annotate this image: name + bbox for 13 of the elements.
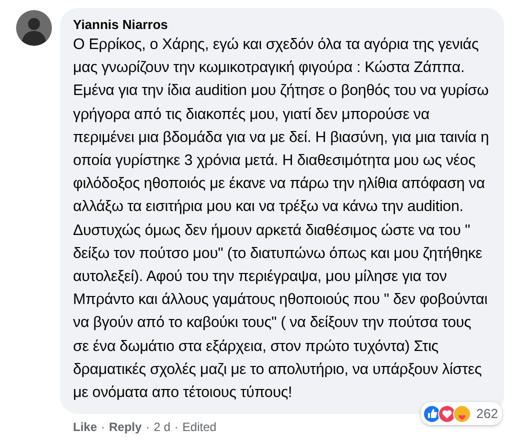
action-link[interactable]: Like: [73, 418, 98, 436]
separator: ·: [146, 419, 150, 436]
hugging-face-icon: [453, 404, 472, 422]
separator: ·: [101, 419, 106, 436]
comment-text: Ο Ερρίκος, ο Χάρης, εγώ και σχεδόν όλα τα αγόρια της γενιάς μας γνωρίζουν την κωμικοτραγική φιγούρα : Κώστα Ζάππα. Εμένα για την ίδια audition μου ζήτησε ο βοηθός του να γυρίσω γρήγορα από τις διακοπές μου, γιατί δεν μπορούσε να περιμένει μια βδομάδα για να με δεί. Η βιασύνη, για μια ταινία η οποία γυρίστηκε 3 χρόνια μετά. Η διαθεσιμότητα μου ως νέος φιλόδοξος ηθοποιός με έκανε να πάρω την ηλίθια απόφαση να αλλάξω τα εισιτήρια μου και να τρέξω να κάνω την audition. Δυστυχώς όμως δεν ήμουν αρκετά διαθέσιμος ώστε να του " δείξω τον πούτσο μου" (το διατυπώνω όπως και μου ζητήθηκε αυτολεξεί). Αφού του την περιέγραψα, μου μίλησε για τον Μπράντο και άλλους γαμάτους ηθοποιούς που " δεν φοβούνται να βγούν από το καβούκι τους" ( να δείξουν την πούτσα τους σε ένα δωμάτιο στα εξάρχεια, στον πρώτο τυχόντα) Στις δραματικές σχολές μαζι με το απολυτήριο, να υπάρξουν λίστες με ονόματα απο τέτοιους τύπους!: [73, 35, 490, 404]
meta-text: 2 d: [154, 419, 170, 436]
action-link[interactable]: Reply: [109, 418, 142, 436]
separator: ·: [174, 419, 178, 436]
reaction-count: 262: [476, 404, 498, 423]
avatar[interactable]: [16, 10, 52, 46]
meta-text: Edited: [182, 419, 216, 436]
reactions-badge[interactable]: 262: [421, 402, 502, 426]
author-name[interactable]: Yiannis Niarros: [73, 16, 490, 33]
